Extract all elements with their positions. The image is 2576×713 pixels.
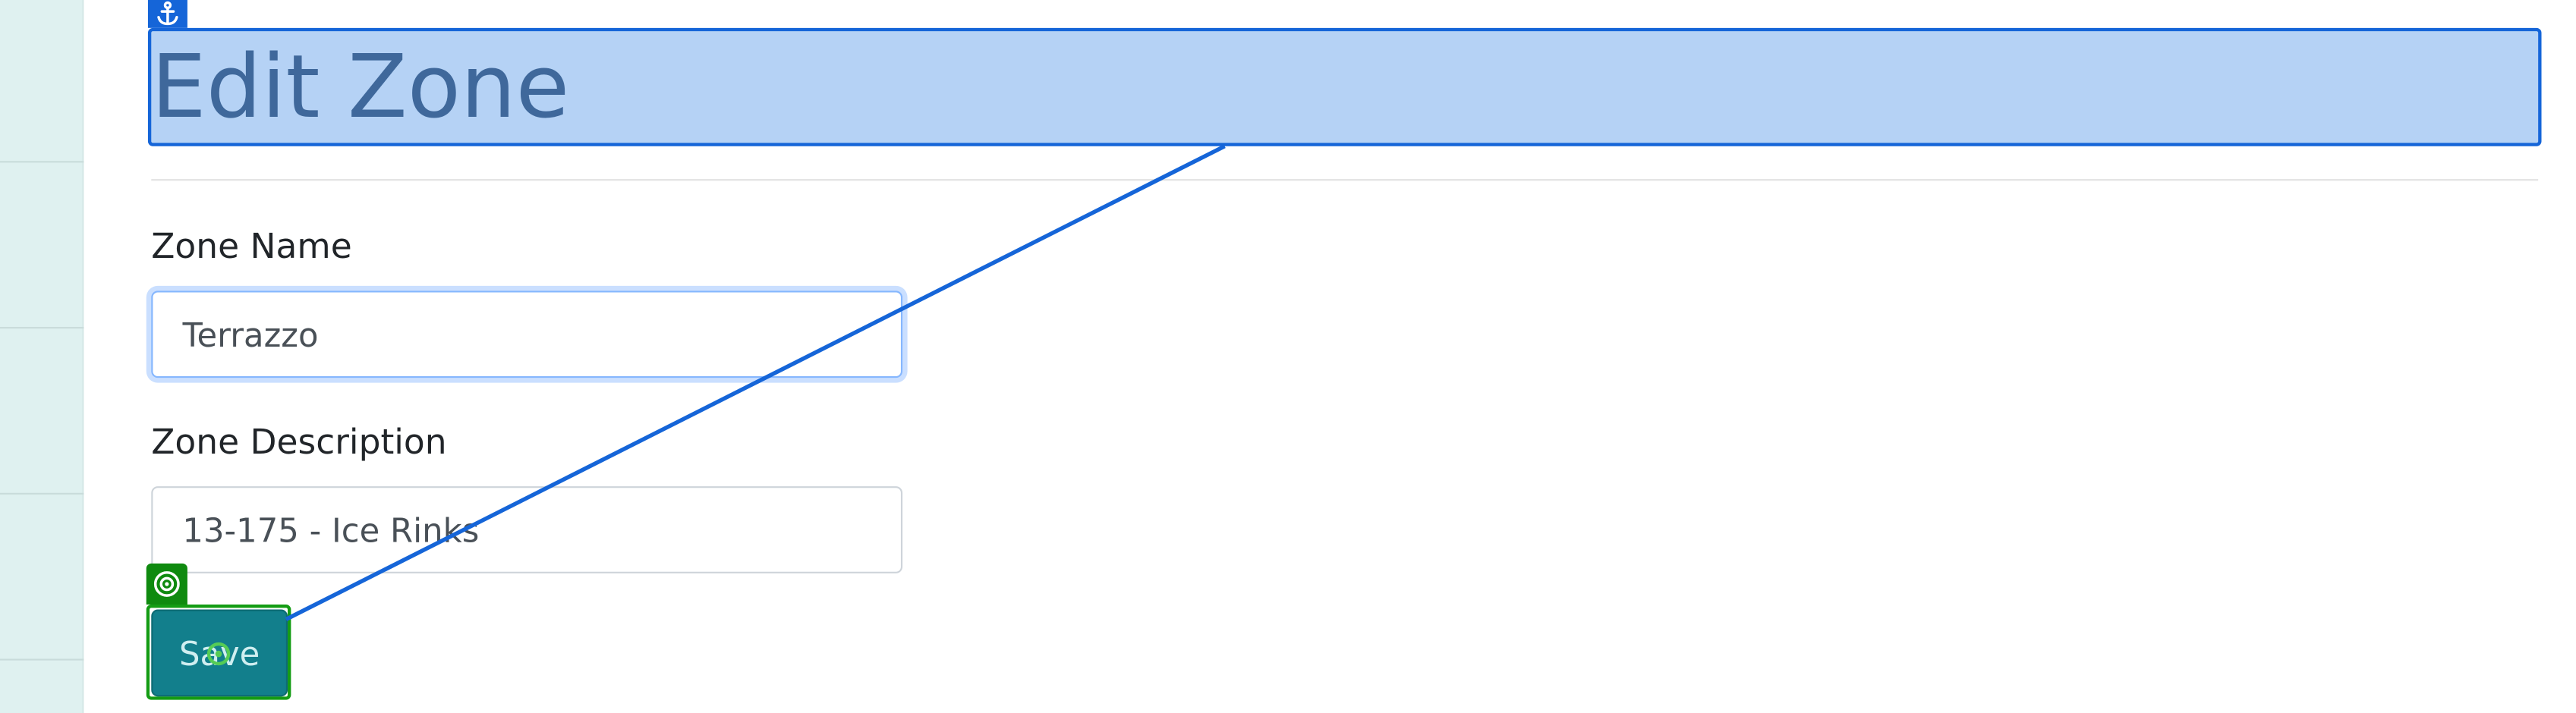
sidebar-divider [0,658,84,661]
anchor-icon [157,1,178,26]
anchor-badge [147,0,187,28]
target-highlight-box [146,605,291,700]
anchor-highlight-box [147,27,2542,146]
target-icon [153,571,180,597]
sidebar-divider [0,161,84,163]
title-divider [151,179,2539,181]
zone-description-label: Zone Description [151,422,447,462]
target-badge [146,563,187,605]
app-viewport: Edit Zone Zone Name Zone Description Sav… [0,0,2576,713]
zone-description-input[interactable] [151,486,903,573]
sidebar [0,0,84,713]
sidebar-divider [0,492,84,495]
zone-name-label: Zone Name [151,226,352,266]
sidebar-divider [0,327,84,329]
zone-name-input[interactable] [151,291,903,378]
